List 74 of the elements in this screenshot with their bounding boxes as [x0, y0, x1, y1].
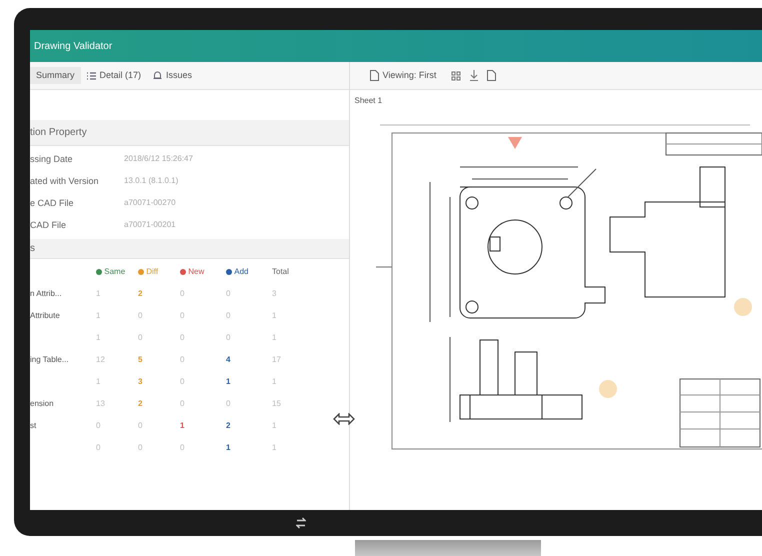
table-cell-text: 0	[180, 376, 186, 388]
tab[interactable]: Detail (17)	[80, 66, 148, 84]
table-cell-text: 1	[272, 442, 278, 454]
table-cell-text: 0	[180, 310, 186, 322]
table-cell-text: 1	[226, 442, 232, 454]
table-cell-text: 12	[96, 354, 106, 366]
row-label: n Attrib...	[30, 288, 63, 300]
table-cell-text: 0	[180, 332, 186, 344]
table-cell-text: 0	[138, 442, 144, 454]
row-label: ension	[30, 398, 55, 410]
column-header: Same	[104, 266, 126, 278]
table-cell-text: 0	[96, 420, 102, 432]
table-cell-text: 1	[226, 376, 232, 388]
row-label: Attribute	[30, 310, 61, 322]
table-cell-text: 2	[138, 288, 144, 300]
viewing-button[interactable]: Viewing: First	[364, 66, 442, 84]
table-cell-text: 0	[138, 420, 144, 432]
grid-icon[interactable]	[451, 70, 462, 80]
table-cell-text: 3	[138, 376, 144, 388]
table-cell-text: 1	[180, 420, 186, 432]
tab[interactable]: Issues	[147, 66, 198, 84]
table-cell-text: 0	[180, 288, 186, 300]
table-cell-text: 0	[226, 398, 232, 410]
table-cell-text: 3	[272, 288, 278, 300]
table-cell-text: 13	[96, 398, 106, 410]
table-cell-text: 1	[96, 332, 102, 344]
table-cell-text: 0	[226, 332, 232, 344]
table-cell-text: 0	[226, 310, 232, 322]
table-cell-text: 4	[226, 354, 232, 366]
section-title: tion Property	[30, 127, 87, 138]
table-cell-text: 17	[272, 354, 282, 366]
swap-arrows-icon[interactable]	[296, 517, 306, 529]
table-cell-text: 0	[180, 354, 186, 366]
table-cell-text: 0	[180, 398, 186, 410]
property-value: a70071-00270	[124, 197, 176, 210]
table-cell-text: 5	[138, 354, 144, 366]
column-header: Total	[272, 266, 289, 278]
property-value: 13.0.1 (8.1.0.1)	[124, 175, 178, 188]
property-label: ated with Version	[30, 174, 100, 188]
window-title: Drawing Validator	[34, 40, 112, 54]
table-cell-text: 0	[226, 288, 232, 300]
property-label: ssing Date	[30, 152, 74, 166]
table-cell-text: 1	[96, 376, 102, 388]
download-icon[interactable]	[470, 70, 478, 81]
column-header: New	[188, 266, 204, 278]
table-cell-text: 1	[272, 310, 278, 322]
table-cell-text: 2	[226, 420, 232, 432]
double-arrow-icon[interactable]	[333, 413, 355, 425]
table-cell-text: 0	[138, 332, 144, 344]
table-cell-text: 0	[180, 442, 186, 454]
table-cell-text: 15	[272, 398, 282, 410]
row-label: ing Table...	[30, 354, 70, 366]
property-label: e CAD File	[30, 196, 75, 210]
table-cell-text: 0	[138, 310, 144, 322]
property-label: CAD File	[30, 218, 68, 232]
list-icon	[86, 72, 96, 80]
column-header: Add	[234, 266, 248, 278]
table-cell-text: 1	[96, 310, 102, 322]
column-header: Diff	[146, 266, 158, 278]
table-cell-text: 1	[96, 288, 102, 300]
table-cell-text: 2	[138, 398, 144, 410]
property-value: 2018/6/12 15:26:47	[124, 153, 193, 166]
row-label: st	[30, 420, 38, 432]
table-cell-text: 1	[272, 332, 278, 344]
tab[interactable]: Summary	[30, 66, 81, 84]
section-title: s	[30, 242, 35, 254]
document-icon[interactable]	[370, 70, 378, 81]
table-cell-text: 1	[272, 420, 278, 432]
bell-icon	[153, 71, 162, 80]
document-icon[interactable]	[487, 70, 496, 81]
sheet-label: Sheet 1	[354, 96, 382, 104]
property-value: a70071-00201	[124, 219, 176, 232]
table-cell-text: 0	[96, 442, 102, 454]
table-cell-text: 1	[272, 376, 278, 388]
